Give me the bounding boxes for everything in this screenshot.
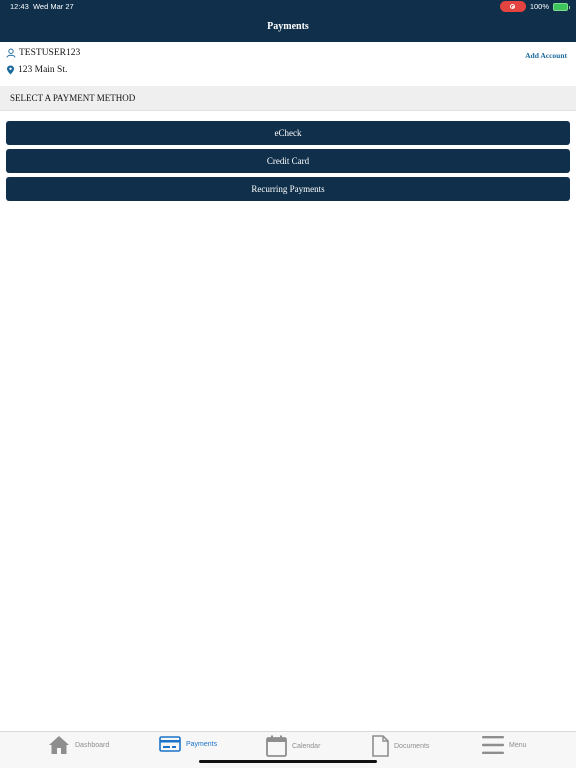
- screen-recording-icon[interactable]: [499, 1, 526, 12]
- account-summary: TESTUSER123 123 Main St. Add Account: [0, 42, 576, 86]
- status-indicators: 100%: [499, 1, 570, 12]
- location-pin-icon: [7, 65, 14, 75]
- tab-menu-label: Menu: [509, 741, 527, 749]
- recurring-payments-button[interactable]: Recurring Payments: [6, 177, 570, 201]
- tab-calendar-label: Calendar: [292, 742, 321, 750]
- section-title: SELECT A PAYMENT METHOD: [10, 93, 136, 103]
- top-bar: 12:43 Wed Mar 27 100% Payments: [0, 0, 576, 42]
- tab-calendar[interactable]: Calendar: [266, 735, 320, 757]
- account-address: 123 Main St.: [18, 65, 68, 75]
- tab-dashboard[interactable]: Dashboard: [48, 735, 109, 755]
- add-account-link[interactable]: Add Account: [525, 51, 567, 60]
- battery-icon: [553, 2, 570, 11]
- section-header: SELECT A PAYMENT METHOD: [0, 86, 576, 111]
- tab-dashboard-label: Dashboard: [75, 741, 110, 749]
- user-icon: [6, 48, 16, 58]
- battery-percent: 100%: [529, 2, 549, 11]
- tab-payments-label: Payments: [186, 740, 218, 748]
- document-icon: [372, 735, 389, 757]
- echeck-button[interactable]: eCheck: [6, 121, 570, 145]
- home-icon: [49, 736, 69, 754]
- status-date: Wed Mar 27: [32, 2, 74, 11]
- tab-documents[interactable]: Documents: [372, 735, 429, 757]
- credit-card-button[interactable]: Credit Card: [6, 149, 570, 173]
- status-time-date: 12:43 Wed Mar 27: [10, 2, 74, 11]
- account-user-row: TESTUSER123: [6, 48, 80, 58]
- menu-icon: [482, 736, 504, 754]
- account-username: TESTUSER123: [19, 48, 81, 58]
- credit-card-icon: [159, 736, 181, 752]
- tab-menu[interactable]: Menu: [482, 735, 527, 755]
- page-title: Payments: [267, 21, 309, 32]
- home-indicator[interactable]: [199, 760, 377, 763]
- account-address-row: 123 Main St.: [6, 65, 67, 75]
- calendar-icon: [266, 735, 287, 757]
- tab-payments[interactable]: Payments: [159, 735, 217, 753]
- tab-documents-label: Documents: [394, 742, 430, 750]
- status-time: 12:43: [10, 2, 29, 11]
